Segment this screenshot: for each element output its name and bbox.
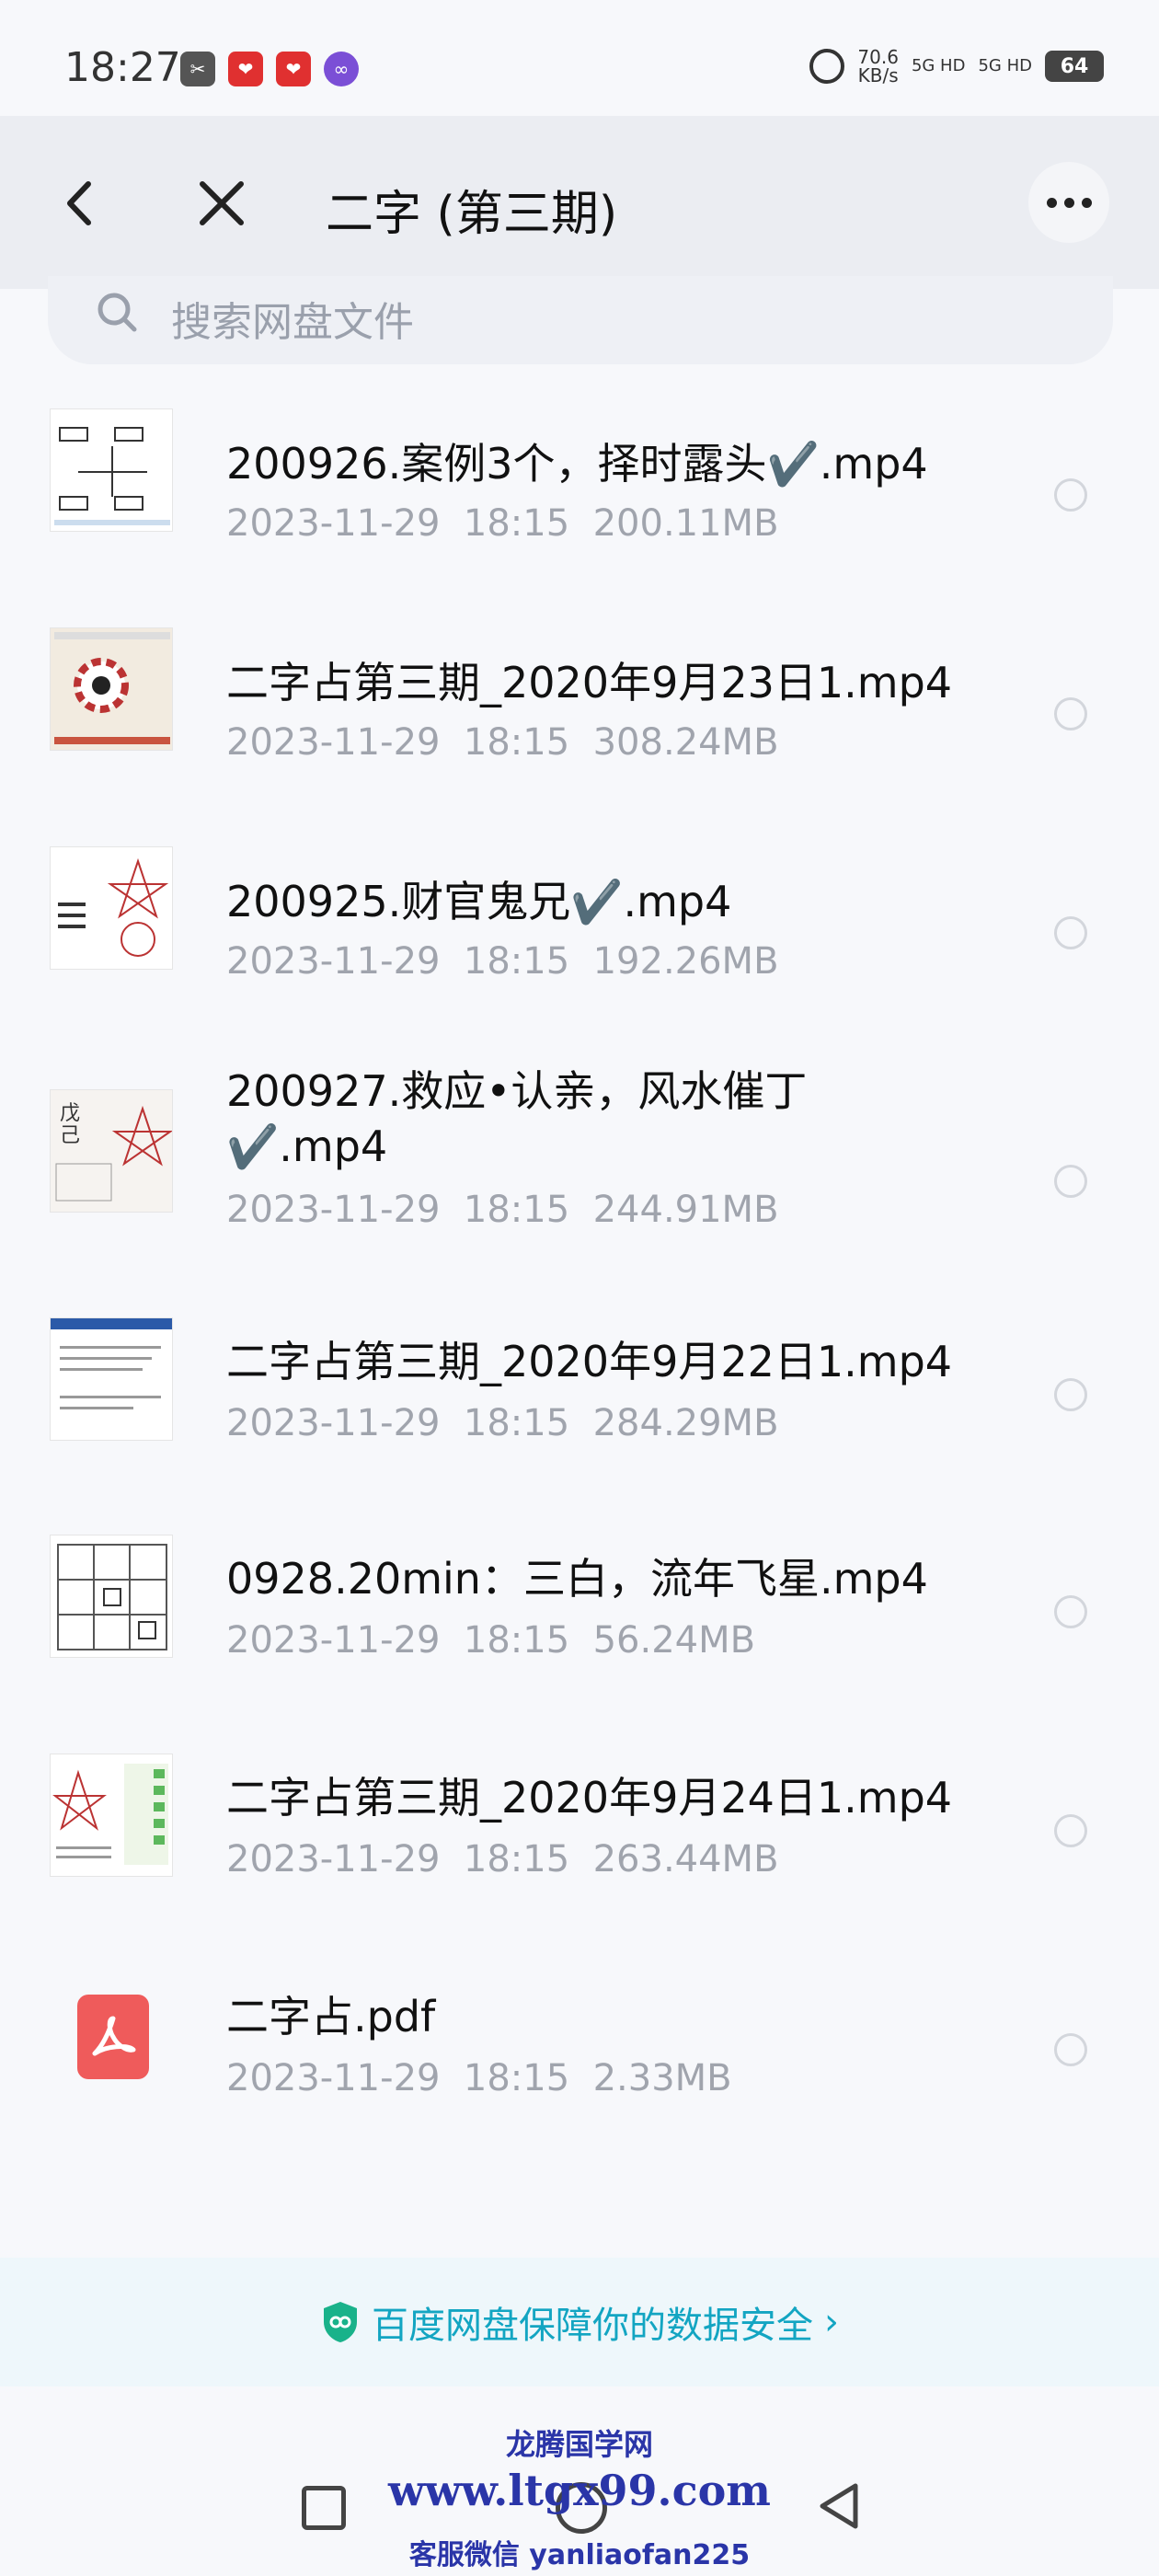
search-bar[interactable]: 搜索网盘文件: [48, 276, 1113, 364]
chevron-left-icon: [67, 181, 91, 225]
file-name: 200925.财官鬼兄✔️.mp4: [226, 877, 732, 926]
file-meta: 2023-11-29 18:15 2.33MB: [226, 2057, 732, 2099]
select-radio[interactable]: [1054, 1595, 1087, 1628]
file-meta: 2023-11-29 18:15 244.91MB: [226, 1189, 779, 1231]
file-item[interactable]: 二字占.pdf 2023-11-29 18:15 2.33MB: [0, 1967, 1159, 2151]
more-dot-icon: [1081, 197, 1092, 208]
file-item[interactable]: 戊 己 200927.救应•认亲，风水催丁✔️.mp4 2023-11-29 1…: [0, 1052, 1159, 1292]
app-notification-icon: ❤: [228, 52, 263, 86]
close-button[interactable]: [189, 171, 254, 236]
page-title: 二字 (第三期): [326, 187, 618, 242]
chevron-right-icon: ›: [824, 2301, 839, 2343]
select-radio[interactable]: [1054, 1165, 1087, 1198]
more-dot-icon: [1063, 197, 1074, 208]
select-radio[interactable]: [1054, 916, 1087, 949]
file-item[interactable]: 二字占第三期_2020年9月24日1.mp4 2023-11-29 18:15 …: [0, 1748, 1159, 1932]
file-meta: 2023-11-29 18:15 192.26MB: [226, 940, 779, 983]
video-thumbnail: [50, 627, 173, 751]
pdf-file-icon: [77, 1995, 149, 2079]
more-dot-icon: [1046, 197, 1057, 208]
search-input[interactable]: 搜索网盘文件: [171, 289, 414, 348]
svg-text:己: 己: [60, 1124, 80, 1147]
more-options-button[interactable]: [1028, 162, 1109, 243]
network-speed: 70.6 KB/s: [857, 46, 899, 86]
select-radio[interactable]: [1054, 1814, 1087, 1847]
security-banner[interactable]: 百度网盘保障你的数据安全 ›: [0, 2258, 1159, 2386]
app-notification-icon: ∞: [324, 52, 359, 86]
file-name: 二字占.pdf: [226, 1992, 436, 2041]
file-meta: 2023-11-29 18:15 200.11MB: [226, 502, 779, 545]
top-app-bar: 二字 (第三期): [0, 116, 1159, 289]
file-item[interactable]: 200925.财官鬼兄✔️.mp4 2023-11-29 18:15 192.2…: [0, 834, 1159, 1018]
file-name: 0928.20min：三白，流年飞星.mp4: [226, 1554, 928, 1604]
file-name: 二字占第三期_2020年9月23日1.mp4: [226, 658, 953, 707]
file-name: 200926.案例3个，择时露头✔️.mp4: [226, 439, 928, 489]
svg-text:戊: 戊: [60, 1102, 80, 1125]
back-button[interactable]: [50, 171, 114, 236]
signal-5g-icon: 5G HD: [978, 56, 1032, 75]
file-meta: 2023-11-29 18:15 284.29MB: [226, 1402, 779, 1444]
signal-5g-icon: 5G HD: [911, 56, 966, 75]
watermark-url: www.ltgx99.com: [388, 2466, 771, 2515]
status-bar: 18:27 ✂ ❤ ❤ ∞ 70.6 KB/s 5G HD 5G HD 64: [0, 0, 1159, 116]
app-notification-icon: ❤: [276, 52, 311, 86]
video-thumbnail: [50, 408, 173, 532]
app-notification-icon: ✂: [180, 52, 215, 86]
file-meta: 2023-11-29 18:15 263.44MB: [226, 1838, 779, 1880]
status-indicators: 70.6 KB/s 5G HD 5G HD 64: [809, 48, 1104, 85]
watermark-contact: 客服微信 yanliaofan225: [408, 2539, 751, 2571]
video-thumbnail: [50, 846, 173, 970]
search-icon: [98, 293, 137, 332]
file-item[interactable]: 0928.20min：三白，流年飞星.mp4 2023-11-29 18:15 …: [0, 1529, 1159, 1713]
watermark-title: 龙腾国学网: [505, 2427, 653, 2462]
shield-icon: [324, 2302, 357, 2342]
file-meta: 2023-11-29 18:15 56.24MB: [226, 1619, 756, 1662]
file-item[interactable]: 二字占第三期_2020年9月22日1.mp4 2023-11-29 18:15 …: [0, 1312, 1159, 1496]
file-name: 200927.救应•认亲，风水催丁✔️.mp4: [226, 1066, 808, 1171]
file-item[interactable]: 二字占第三期_2020年9月23日1.mp4 2023-11-29 18:15 …: [0, 615, 1159, 799]
file-item[interactable]: 200926.案例3个，择时露头✔️.mp4 2023-11-29 18:15 …: [0, 396, 1159, 580]
close-icon: [200, 181, 244, 225]
video-thumbnail: 戊 己: [50, 1089, 173, 1213]
alarm-icon: [809, 49, 845, 84]
file-meta: 2023-11-29 18:15 308.24MB: [226, 721, 779, 764]
select-radio[interactable]: [1054, 1378, 1087, 1411]
video-thumbnail: [50, 1317, 173, 1441]
select-radio[interactable]: [1054, 2033, 1087, 2066]
battery-icon: 64: [1045, 51, 1104, 82]
status-app-icons: ✂ ❤ ❤ ∞: [180, 52, 359, 86]
file-name: 二字占第三期_2020年9月24日1.mp4: [226, 1773, 953, 1823]
status-time: 18:27: [64, 44, 181, 91]
file-name: 二字占第三期_2020年9月22日1.mp4: [226, 1337, 953, 1386]
video-thumbnail: [50, 1754, 173, 1877]
video-thumbnail: [50, 1535, 173, 1658]
security-banner-text: 百度网盘保障你的数据安全: [372, 2305, 813, 2347]
select-radio[interactable]: [1054, 478, 1087, 512]
select-radio[interactable]: [1054, 697, 1087, 730]
